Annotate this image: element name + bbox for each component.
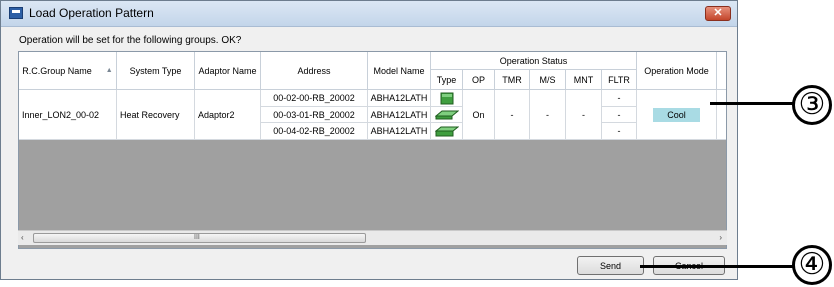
row-filler xyxy=(717,90,726,140)
cell-fltr[interactable]: - xyxy=(602,90,637,107)
cell-operation-mode[interactable]: Cool xyxy=(637,90,717,140)
cell-op[interactable]: On xyxy=(463,90,495,140)
cell-fltr[interactable]: - xyxy=(602,123,637,140)
indoor-unit-ceiling-icon xyxy=(434,126,459,137)
header-address[interactable]: Address xyxy=(261,52,368,90)
cell-type xyxy=(431,90,463,107)
header-ms[interactable]: M/S xyxy=(530,70,566,90)
cell-fltr[interactable]: - xyxy=(602,107,637,123)
indoor-unit-wall-icon xyxy=(440,92,453,104)
close-button[interactable]: ✕ xyxy=(705,6,731,21)
indoor-unit-slim-icon xyxy=(434,110,459,120)
cell-model-name[interactable]: ABHA12LATH xyxy=(368,107,431,123)
confirm-message: Operation will be set for the following … xyxy=(19,35,242,46)
callout-3-circle: ③ xyxy=(792,85,832,125)
cell-ms[interactable]: - xyxy=(530,90,566,140)
header-model-name[interactable]: Model Name xyxy=(368,52,431,90)
cell-type xyxy=(431,107,463,123)
callout-3-line xyxy=(710,102,794,105)
header-rc-group-name[interactable]: R.C.Group Name ▲ xyxy=(19,52,117,90)
header-type[interactable]: Type xyxy=(431,70,463,90)
callout-4-line xyxy=(640,265,794,268)
scroll-left-arrow-icon[interactable]: ‹ xyxy=(21,233,24,242)
horizontal-scrollbar[interactable]: ‹ III › xyxy=(18,230,727,245)
title-bar: Load Operation Pattern ✕ xyxy=(1,1,737,27)
header-op[interactable]: OP xyxy=(463,70,495,90)
scroll-right-arrow-icon[interactable]: › xyxy=(719,233,722,242)
cell-address[interactable]: 00-04-02-RB_20002 xyxy=(261,123,368,140)
send-button[interactable]: Send xyxy=(577,256,644,275)
mode-badge: Cool xyxy=(653,107,700,122)
cell-type xyxy=(431,123,463,140)
app-icon xyxy=(9,7,23,19)
scrollbar-grip-icon: III xyxy=(194,234,200,241)
cell-address[interactable]: 00-03-01-RB_20002 xyxy=(261,107,368,123)
header-tmr[interactable]: TMR xyxy=(495,70,530,90)
cell-rc-group-name[interactable]: Inner_LON2_00-02 xyxy=(19,90,117,140)
cell-address[interactable]: 00-02-00-RB_20002 xyxy=(261,90,368,107)
cell-adaptor-name[interactable]: Adaptor2 xyxy=(195,90,261,140)
cell-model-name[interactable]: ABHA12LATH xyxy=(368,90,431,107)
header-operation-status: Operation Status xyxy=(431,52,637,70)
cell-mnt[interactable]: - xyxy=(566,90,602,140)
callout-4-circle: ④ xyxy=(792,245,832,285)
cell-tmr[interactable]: - xyxy=(495,90,530,140)
header-operation-mode[interactable]: Operation Mode xyxy=(637,52,717,90)
header-adaptor-name[interactable]: Adaptor Name xyxy=(195,52,261,90)
header-rc-group-name-label: R.C.Group Name xyxy=(22,65,92,76)
cell-model-name[interactable]: ABHA12LATH xyxy=(368,123,431,140)
load-operation-pattern-dialog: Load Operation Pattern ✕ Operation will … xyxy=(0,0,738,280)
scrollbar-thumb[interactable]: III xyxy=(33,233,366,243)
cell-system-type[interactable]: Heat Recovery xyxy=(117,90,195,140)
header-filler xyxy=(717,52,726,90)
groups-table: R.C.Group Name ▲ System Type Adaptor Nam… xyxy=(18,51,727,249)
header-system-type[interactable]: System Type xyxy=(117,52,195,90)
window-title: Load Operation Pattern xyxy=(29,6,154,20)
sort-up-icon: ▲ xyxy=(105,67,113,74)
header-mnt[interactable]: MNT xyxy=(566,70,602,90)
header-fltr[interactable]: FLTR xyxy=(602,70,637,90)
